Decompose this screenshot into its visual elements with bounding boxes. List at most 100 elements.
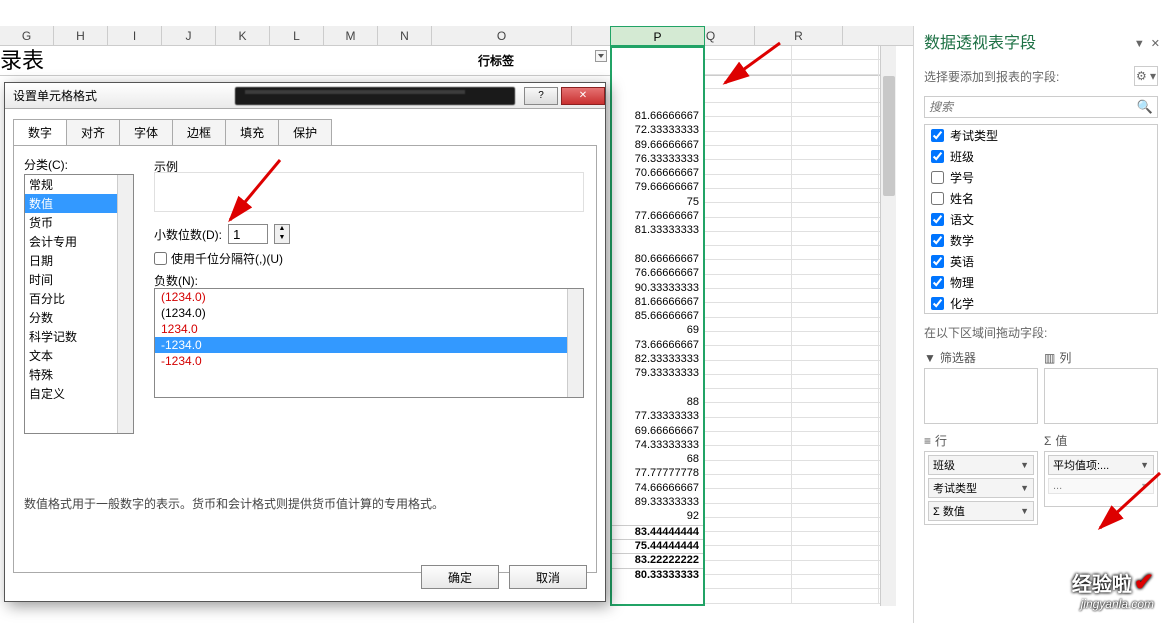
field-checkbox[interactable] <box>931 192 944 205</box>
cell-value[interactable]: 82.33333333 <box>612 353 703 367</box>
cell-value[interactable]: 69.66666667 <box>612 425 703 439</box>
tab-4[interactable]: 填充 <box>225 119 279 145</box>
cell-value[interactable]: 74.33333333 <box>612 439 703 453</box>
cell-value[interactable]: 74.66666667 <box>612 482 703 496</box>
col-header-h[interactable]: H <box>54 26 108 45</box>
field-item[interactable]: 数学 <box>925 230 1157 251</box>
cell-value[interactable]: 85.66666667 <box>612 310 703 324</box>
ok-button[interactable]: 确定 <box>421 565 499 589</box>
negative-item[interactable]: -1234.0 <box>155 353 583 369</box>
col-header-g[interactable]: G <box>0 26 54 45</box>
negative-scrollbar[interactable] <box>567 289 583 397</box>
search-input[interactable] <box>929 100 1137 114</box>
negative-list[interactable]: (1234.0)(1234.0)1234.0-1234.0-1234.0 <box>154 288 584 398</box>
col-header-k[interactable]: K <box>216 26 270 45</box>
cell-value[interactable]: 89.66666667 <box>612 139 703 153</box>
cell-value[interactable]: 79.66666667 <box>612 181 703 195</box>
category-scrollbar[interactable] <box>117 175 133 433</box>
cell-value[interactable]: 77.66666667 <box>612 210 703 224</box>
selected-column-p[interactable]: 81.6666666772.3333333389.6666666776.3333… <box>610 46 705 606</box>
negative-item[interactable]: -1234.0 <box>155 337 583 353</box>
columns-area[interactable] <box>1044 368 1158 424</box>
field-checkbox[interactable] <box>931 150 944 163</box>
field-list[interactable]: 考试类型班级学号姓名语文数学英语物理化学生物 <box>924 124 1158 314</box>
cell-value[interactable]: 89.33333333 <box>612 496 703 510</box>
cell-value[interactable]: 80.33333333 <box>612 568 703 582</box>
negative-item[interactable]: (1234.0) <box>155 305 583 321</box>
field-checkbox[interactable] <box>931 213 944 226</box>
field-item[interactable]: 语文 <box>925 209 1157 230</box>
field-item[interactable]: 化学 <box>925 293 1157 314</box>
negative-item[interactable]: 1234.0 <box>155 321 583 337</box>
col-header-j[interactable]: J <box>162 26 216 45</box>
negative-item[interactable]: (1234.0) <box>155 289 583 305</box>
help-button[interactable]: ? <box>524 87 558 105</box>
cell-value[interactable] <box>612 382 703 396</box>
row-chip[interactable]: 考试类型▼ <box>928 478 1034 498</box>
row-label-dropdown[interactable] <box>595 50 607 62</box>
field-item[interactable]: 考试类型 <box>925 125 1157 146</box>
field-checkbox[interactable] <box>931 171 944 184</box>
col-header-o[interactable]: O <box>432 26 572 45</box>
field-checkbox[interactable] <box>931 234 944 247</box>
thousand-separator-checkbox[interactable] <box>154 252 167 265</box>
cell-value[interactable]: 81.33333333 <box>612 224 703 238</box>
cell-value[interactable]: 83.44444444 <box>612 525 703 539</box>
cell-value[interactable]: 81.66666667 <box>612 110 703 124</box>
row-chip[interactable]: Σ 数值▼ <box>928 501 1034 521</box>
field-item[interactable]: 姓名 <box>925 188 1157 209</box>
cell-value[interactable]: 76.66666667 <box>612 267 703 281</box>
cell-value[interactable]: 75.44444444 <box>612 539 703 553</box>
field-item[interactable]: 英语 <box>925 251 1157 272</box>
col-header-i[interactable]: I <box>108 26 162 45</box>
col-header-l[interactable]: L <box>270 26 324 45</box>
cell-value[interactable]: 70.66666667 <box>612 167 703 181</box>
tab-3[interactable]: 边框 <box>172 119 226 145</box>
cell-value[interactable]: 68 <box>612 453 703 467</box>
cell-value[interactable]: 90.33333333 <box>612 282 703 296</box>
cell-value[interactable]: 75 <box>612 196 703 210</box>
field-checkbox[interactable] <box>931 276 944 289</box>
tab-0[interactable]: 数字 <box>13 119 67 145</box>
cell-value[interactable]: 88 <box>612 396 703 410</box>
cell-value[interactable]: 77.77777778 <box>612 467 703 481</box>
gear-icon[interactable]: ⚙ ▾ <box>1134 66 1158 86</box>
tab-5[interactable]: 保护 <box>278 119 332 145</box>
cell-value[interactable]: 73.66666667 <box>612 339 703 353</box>
close-button[interactable]: ✕ <box>561 87 605 105</box>
col-header-r[interactable]: R <box>755 26 843 45</box>
cell-value[interactable]: 83.22222222 <box>612 553 703 567</box>
tab-2[interactable]: 字体 <box>119 119 173 145</box>
sheet-scrollbar[interactable] <box>880 46 896 606</box>
cell-value[interactable]: 79.33333333 <box>612 367 703 381</box>
cell-value[interactable]: 92 <box>612 510 703 524</box>
search-icon[interactable]: 🔍 <box>1137 99 1153 115</box>
cell-value[interactable]: 76.33333333 <box>612 153 703 167</box>
cell-value[interactable]: 72.33333333 <box>612 124 703 138</box>
decimal-spinner[interactable]: ▲▼ <box>274 224 290 244</box>
cell-value[interactable] <box>612 239 703 253</box>
category-list[interactable]: 常规数值货币会计专用日期时间百分比分数科学记数文本特殊自定义 <box>24 174 134 434</box>
tab-1[interactable]: 对齐 <box>66 119 120 145</box>
field-item[interactable]: 班级 <box>925 146 1157 167</box>
row-chip[interactable]: 班级▼ <box>928 455 1034 475</box>
pane-dropdown-icon[interactable]: ▼ <box>1134 26 1145 62</box>
filter-area[interactable] <box>924 368 1038 424</box>
row-label-header[interactable]: 行标签 <box>472 48 520 73</box>
cell-value[interactable]: 80.66666667 <box>612 253 703 267</box>
col-header-p[interactable]: P <box>610 26 705 46</box>
rows-area[interactable]: 班级▼ 考试类型▼ Σ 数值▼ <box>924 451 1038 525</box>
cell-value[interactable]: 77.33333333 <box>612 410 703 424</box>
field-item[interactable]: 学号 <box>925 167 1157 188</box>
field-item[interactable]: 物理 <box>925 272 1157 293</box>
col-header-n[interactable]: N <box>378 26 432 45</box>
field-checkbox[interactable] <box>931 255 944 268</box>
pane-close-icon[interactable]: ✕ <box>1151 26 1160 62</box>
decimal-places-input[interactable] <box>228 224 268 244</box>
col-header-m[interactable]: M <box>324 26 378 45</box>
value-chip[interactable]: 平均值项:...▼ <box>1048 455 1154 475</box>
cell-value[interactable]: 81.66666667 <box>612 296 703 310</box>
field-search[interactable]: 🔍 <box>924 96 1158 118</box>
field-checkbox[interactable] <box>931 297 944 310</box>
field-checkbox[interactable] <box>931 129 944 142</box>
